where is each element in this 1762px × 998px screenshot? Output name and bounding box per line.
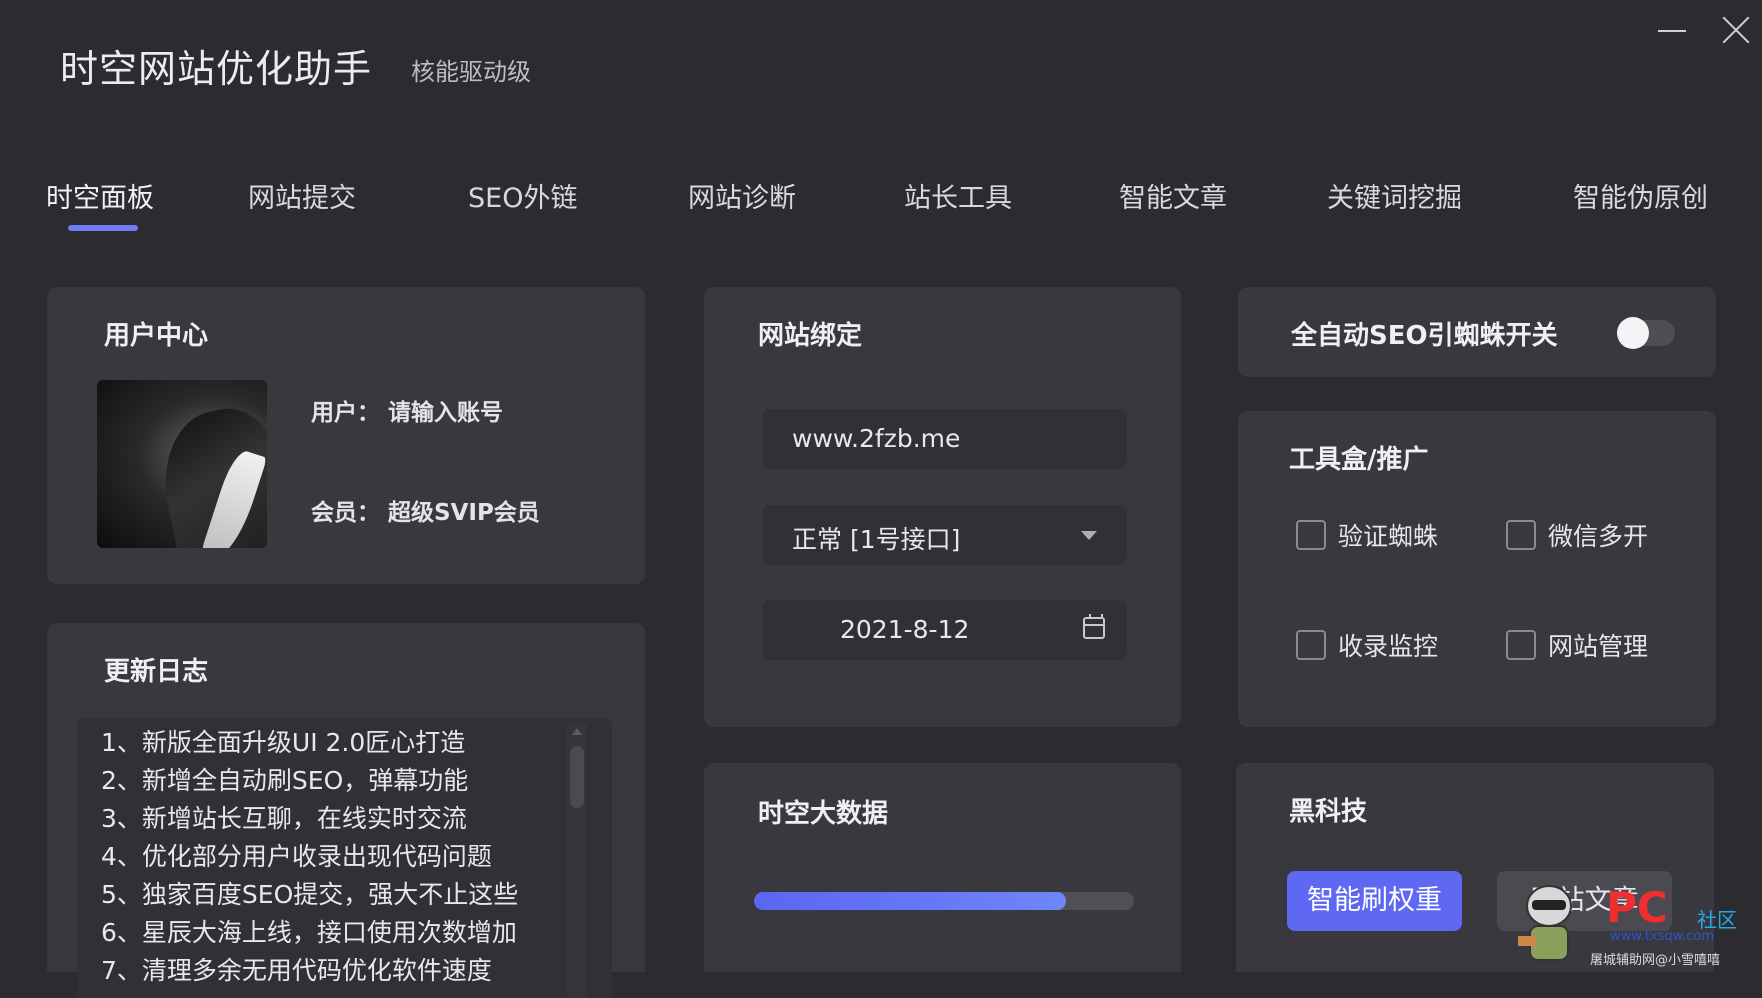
tab-seo-links[interactable]: SEO外链 — [468, 176, 577, 215]
checkbox-label: 网站管理 — [1548, 632, 1649, 661]
avatar — [97, 380, 267, 548]
active-tab-indicator — [68, 225, 138, 231]
interface-value: 正常 [1号接口] — [792, 525, 961, 554]
log-item: 5、独家百度SEO提交，强大不止这些 — [101, 880, 519, 909]
log-item: 7、清理多余无用代码优化软件速度 — [101, 956, 492, 985]
checkbox-wechat-multi[interactable]: 微信多开 — [1506, 517, 1648, 553]
checkbox-site-manage[interactable]: 网站管理 — [1506, 627, 1648, 663]
tab-site-diagnosis[interactable]: 网站诊断 — [688, 176, 796, 215]
member-line: 会员： 超级SVIP会员 — [311, 493, 540, 527]
checkbox-box[interactable] — [1506, 630, 1536, 660]
tab-smart-articles[interactable]: 智能文章 — [1119, 176, 1227, 215]
log-scrollbar[interactable] — [567, 724, 587, 998]
domain-input[interactable]: www.2fzb.me — [762, 409, 1127, 469]
toolbox-card: 工具盒/推广 验证蜘蛛 微信多开 收录监控 网站管理 — [1238, 411, 1716, 727]
checkbox-label: 验证蜘蛛 — [1338, 522, 1439, 551]
toggle-knob — [1617, 317, 1649, 349]
scroll-up-icon[interactable] — [572, 728, 582, 735]
app-subtitle: 核能驱动级 — [411, 58, 531, 86]
chevron-down-icon — [1081, 531, 1097, 540]
watermark-mascot-icon — [1518, 885, 1572, 961]
calendar-icon[interactable] — [1083, 614, 1105, 639]
update-log-list: 1、新版全面升级UI 2.0匠心打造 2、新增全自动刷SEO，弹幕功能 3、新增… — [77, 718, 612, 990]
member-label: 会员： — [311, 500, 380, 526]
log-item: 1、新版全面升级UI 2.0匠心打造 — [101, 728, 466, 757]
site-binding-card: 网站绑定 www.2fzb.me 正常 [1号接口] 2021-8-12 — [704, 287, 1181, 727]
checkbox-verify-spider[interactable]: 验证蜘蛛 — [1296, 517, 1438, 553]
big-data-title: 时空大数据 — [758, 799, 889, 829]
update-log-card: 更新日志 1、新版全面升级UI 2.0匠心打造 2、新增全自动刷SEO，弹幕功能… — [47, 623, 645, 998]
checkbox-label: 收录监控 — [1338, 632, 1439, 661]
checkbox-box[interactable] — [1296, 520, 1326, 550]
member-value: 超级SVIP会员 — [388, 500, 540, 526]
black-tech-title: 黑科技 — [1289, 797, 1368, 827]
user-center-title: 用户中心 — [104, 321, 209, 351]
watermark-pc-text: PC — [1606, 883, 1668, 932]
update-log-box: 1、新版全面升级UI 2.0匠心打造 2、新增全自动刷SEO，弹幕功能 3、新增… — [77, 718, 612, 998]
interface-select[interactable]: 正常 [1号接口] — [762, 505, 1127, 565]
update-log-title: 更新日志 — [104, 657, 209, 687]
user-value[interactable]: 请输入账号 — [388, 400, 503, 426]
close-icon[interactable] — [1716, 10, 1756, 50]
tab-site-submit[interactable]: 网站提交 — [248, 176, 356, 215]
log-item: 4、优化部分用户收录出现代码问题 — [101, 842, 492, 871]
checkbox-label: 微信多开 — [1548, 522, 1649, 551]
auto-seo-toggle[interactable] — [1617, 317, 1675, 349]
big-data-progress-bar — [754, 892, 1134, 910]
date-value: 2021-8-12 — [840, 615, 970, 644]
tab-keyword-mining[interactable]: 关键词挖掘 — [1327, 176, 1462, 215]
checkbox-index-monitor[interactable]: 收录监控 — [1296, 627, 1438, 663]
tab-dashboard[interactable]: 时空面板 — [46, 176, 154, 215]
site-binding-title: 网站绑定 — [758, 321, 863, 351]
app-title: 时空网站优化助手 — [60, 47, 373, 91]
user-center-card: 用户中心 用户： 请输入账号 会员： 超级SVIP会员 — [47, 287, 645, 584]
checkbox-box[interactable] — [1506, 520, 1536, 550]
tab-smart-rewrite[interactable]: 智能伪原创 — [1573, 176, 1708, 215]
auto-seo-label: 全自动SEO引蜘蛛开关 — [1291, 321, 1558, 351]
domain-value: www.2fzb.me — [792, 424, 961, 453]
user-line: 用户： 请输入账号 — [311, 393, 503, 427]
log-scroll-thumb[interactable] — [570, 746, 584, 808]
log-item: 3、新增站长互聊，在线实时交流 — [101, 804, 467, 833]
watermark-url: www.txsqw.com — [1610, 929, 1714, 944]
minimize-icon[interactable] — [1652, 10, 1692, 50]
log-item: 2、新增全自动刷SEO，弹幕功能 — [101, 766, 469, 795]
user-label: 用户： — [311, 400, 380, 426]
auto-seo-card: 全自动SEO引蜘蛛开关 — [1238, 287, 1716, 377]
toolbox-title: 工具盒/推广 — [1289, 445, 1429, 475]
tab-webmaster-tools[interactable]: 站长工具 — [904, 176, 1012, 215]
watermark-caption: 屠城辅助网@小雪嘻嘻 — [1590, 953, 1721, 968]
checkbox-box[interactable] — [1296, 630, 1326, 660]
big-data-card: 时空大数据 — [704, 763, 1181, 972]
progress-fill — [754, 892, 1066, 910]
date-picker[interactable]: 2021-8-12 — [762, 600, 1127, 660]
log-item: 6、星辰大海上线，接口使用次数增加 — [101, 918, 517, 947]
smart-weight-button[interactable]: 智能刷权重 — [1287, 871, 1462, 931]
